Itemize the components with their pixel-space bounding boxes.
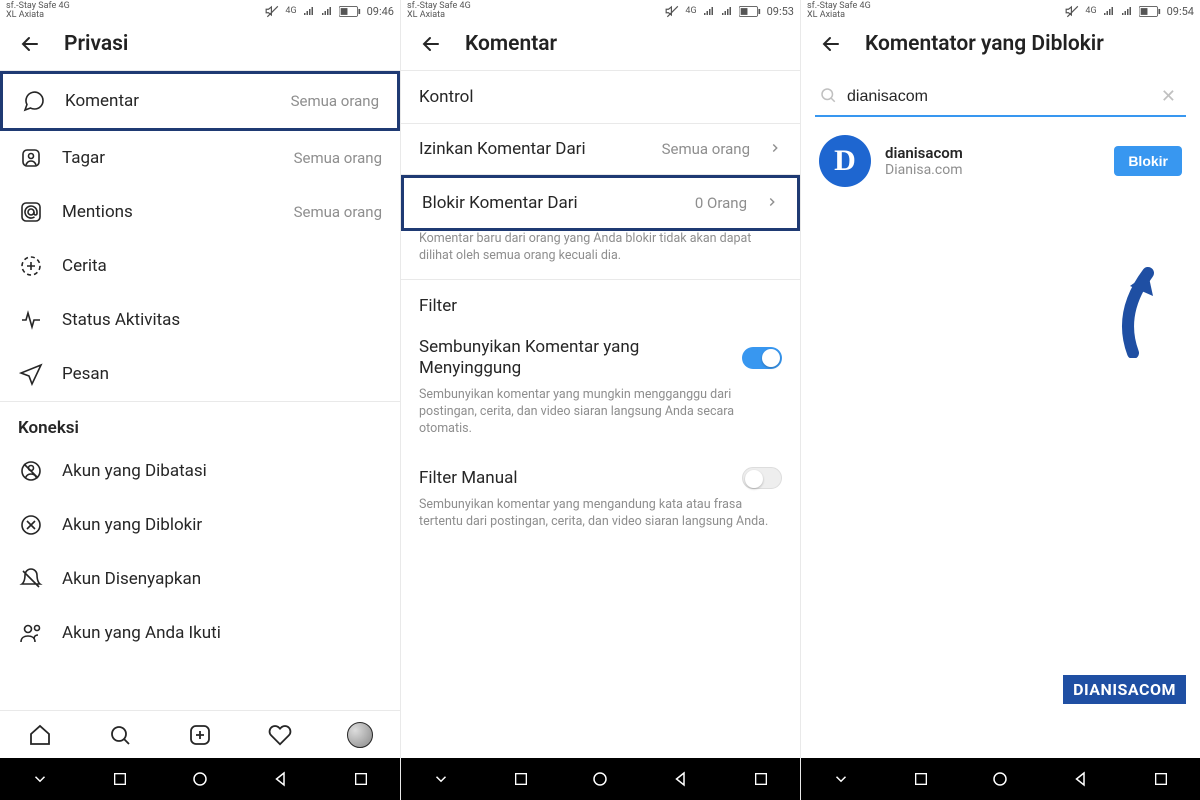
header: Privasi (0, 22, 400, 71)
section-kontrol: Kontrol (401, 71, 800, 113)
row-filter-manual: Filter Manual (401, 452, 800, 497)
restricted-icon (18, 459, 44, 483)
result-fullname: Dianisa.com (885, 162, 1100, 178)
screen-privacy: sf.-Stay Safe 4GXL Axiata 4G 09:46 Priva… (0, 0, 400, 800)
android-square-icon[interactable] (353, 771, 369, 787)
section-koneksi: Koneksi (0, 402, 400, 444)
section-filter: Filter (401, 280, 800, 322)
battery-icon (339, 6, 361, 17)
chevron-right-icon (768, 140, 782, 159)
watermark: DIANISACOM (1061, 673, 1188, 706)
tag-icon (18, 146, 44, 170)
page-title: Komentator yang Diblokir (865, 32, 1104, 56)
mute-icon (665, 4, 679, 18)
android-back-icon[interactable] (272, 770, 290, 788)
chevron-right-icon (765, 194, 779, 213)
header: Komentator yang Diblokir (801, 22, 1200, 70)
mute-icon (265, 4, 279, 18)
following-icon (18, 621, 44, 645)
android-home-icon[interactable] (991, 770, 1009, 788)
android-nav (401, 758, 800, 800)
battery-icon (739, 6, 761, 17)
heart-icon[interactable] (267, 722, 293, 748)
row-tagar[interactable]: Tagar Semua orang (0, 131, 400, 185)
row-hide-offensive: Sembunyikan Komentar yang Menyinggung (401, 322, 800, 388)
status-bar: sf.-Stay Safe 4GXL Axiata 4G 09:53 (401, 0, 800, 22)
signal-icon (303, 5, 315, 17)
header: Komentar (401, 22, 800, 71)
android-menu-icon[interactable] (31, 770, 49, 788)
search-icon (819, 86, 837, 108)
blocked-icon (18, 513, 44, 537)
signal-icon (321, 5, 333, 17)
row-komentar[interactable]: Komentar Semua orang (0, 71, 400, 131)
screen-blocked-commenters: sf.-Stay Safe 4GXL Axiata 4G 09:54 Komen… (800, 0, 1200, 800)
block-button[interactable]: Blokir (1114, 146, 1182, 176)
search-input[interactable] (847, 88, 1145, 106)
blokir-description: Komentar baru dari orang yang Anda bloki… (401, 231, 800, 279)
toggle-filter-manual[interactable] (742, 467, 782, 489)
android-nav (0, 758, 400, 800)
clock: 09:46 (367, 5, 394, 18)
search-field[interactable]: ✕ (815, 78, 1186, 117)
android-square-icon[interactable] (1153, 771, 1169, 787)
comment-icon (21, 89, 47, 113)
row-akun-dibatasi[interactable]: Akun yang Dibatasi (0, 444, 400, 498)
android-menu-icon[interactable] (832, 770, 850, 788)
android-menu-icon[interactable] (432, 770, 450, 788)
row-akun-ikuti[interactable]: Akun yang Anda Ikuti (0, 606, 400, 660)
row-akun-diblokir[interactable]: Akun yang Diblokir (0, 498, 400, 552)
row-pesan[interactable]: Pesan (0, 347, 400, 401)
hide-description: Sembunyikan komentar yang mungkin mengga… (401, 387, 800, 452)
signal-icon (1121, 5, 1133, 17)
android-home-icon[interactable] (591, 770, 609, 788)
clock: 09:54 (1167, 5, 1194, 18)
row-cerita[interactable]: Cerita (0, 239, 400, 293)
back-icon[interactable] (419, 32, 443, 56)
row-blokir-komentar[interactable]: Blokir Komentar Dari 0 Orang (401, 175, 800, 231)
add-post-icon[interactable] (187, 722, 213, 748)
at-icon (18, 200, 44, 224)
android-recent-icon[interactable] (913, 771, 929, 787)
android-back-icon[interactable] (1072, 770, 1090, 788)
screen-komentar: sf.-Stay Safe 4GXL Axiata 4G 09:53 Komen… (400, 0, 800, 800)
back-icon[interactable] (18, 32, 42, 56)
android-recent-icon[interactable] (513, 771, 529, 787)
mute-icon (1065, 4, 1079, 18)
signal-icon (721, 5, 733, 17)
manual-description: Sembunyikan komentar yang mengandung kat… (401, 497, 800, 545)
android-square-icon[interactable] (753, 771, 769, 787)
android-nav (801, 758, 1200, 800)
clear-icon[interactable]: ✕ (1155, 84, 1182, 109)
story-icon (18, 254, 44, 278)
row-mentions[interactable]: Mentions Semua orang (0, 185, 400, 239)
result-username: dianisacom (885, 144, 1100, 162)
back-icon[interactable] (819, 32, 843, 56)
profile-icon[interactable] (347, 722, 373, 748)
row-status-aktivitas[interactable]: Status Aktivitas (0, 293, 400, 347)
signal-icon (703, 5, 715, 17)
android-back-icon[interactable] (672, 770, 690, 788)
muted-icon (18, 567, 44, 591)
toggle-hide-offensive[interactable] (742, 347, 782, 369)
battery-icon (1139, 6, 1161, 17)
home-icon[interactable] (27, 722, 53, 748)
search-nav-icon[interactable] (107, 722, 133, 748)
row-akun-disenyapkan[interactable]: Akun Disenyapkan (0, 552, 400, 606)
android-recent-icon[interactable] (112, 771, 128, 787)
bottom-nav (0, 710, 400, 758)
row-izinkan-komentar[interactable]: Izinkan Komentar Dari Semua orang (401, 124, 800, 175)
page-title: Privasi (64, 32, 128, 56)
status-bar: sf.-Stay Safe 4GXL Axiata 4G 09:54 (801, 0, 1200, 22)
search-result[interactable]: D dianisacom Dianisa.com Blokir (801, 117, 1200, 205)
message-icon (18, 362, 44, 386)
signal-icon (1103, 5, 1115, 17)
avatar: D (819, 135, 871, 187)
status-bar: sf.-Stay Safe 4GXL Axiata 4G 09:46 (0, 0, 400, 22)
clock: 09:53 (767, 5, 794, 18)
annotation-arrow-icon (1098, 258, 1178, 358)
page-title: Komentar (465, 32, 557, 56)
android-home-icon[interactable] (191, 770, 209, 788)
activity-icon (18, 308, 44, 332)
